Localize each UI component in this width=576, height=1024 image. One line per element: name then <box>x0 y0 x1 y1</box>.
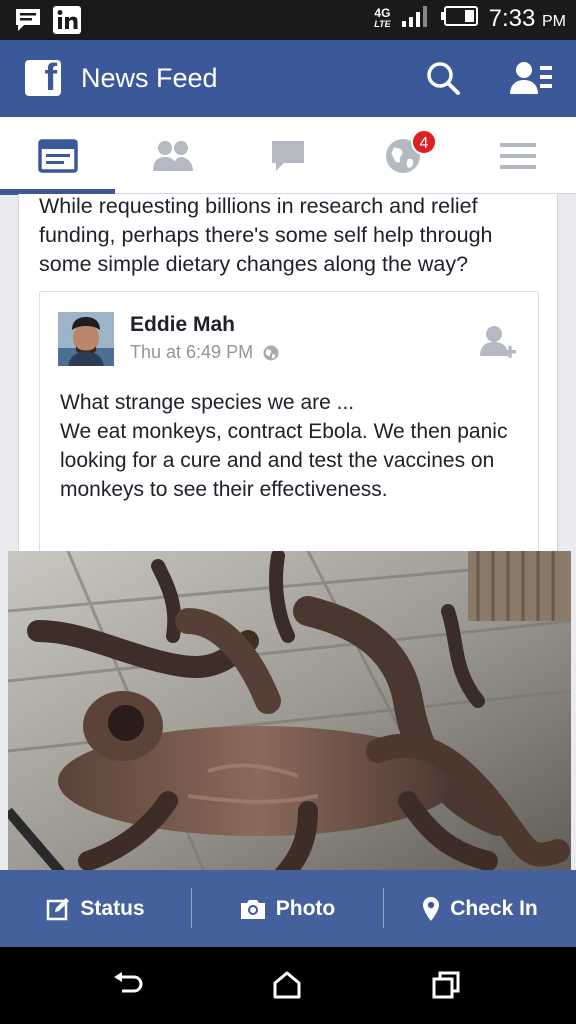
post-meta: Thu at 6:49 PM <box>130 342 279 363</box>
system-nav-bar <box>0 947 576 1024</box>
facebook-logo-icon: f <box>25 57 61 99</box>
post-card: While requesting billions in research an… <box>8 194 571 870</box>
app-bar: f News Feed <box>0 40 576 117</box>
network-type: 4G LTE <box>374 5 391 29</box>
friends-icon <box>152 140 193 171</box>
composer-bar: Status Photo Check In <box>0 870 576 947</box>
camera-icon <box>240 899 265 919</box>
edit-icon <box>47 897 70 920</box>
clock: 7:33 PM <box>488 4 566 32</box>
linkedin-icon <box>52 5 82 40</box>
signal-icon <box>401 4 431 33</box>
news-feed-icon <box>37 138 78 173</box>
notification-badge: 4 <box>411 129 437 155</box>
tab-more[interactable] <box>460 117 575 194</box>
tab-bar: 4 <box>0 117 576 195</box>
globe-icon <box>263 345 279 360</box>
tab-notifications[interactable]: 4 <box>345 117 460 194</box>
location-pin-icon <box>423 896 440 921</box>
author-name[interactable]: Eddie Mah <box>130 313 235 337</box>
recents-icon[interactable] <box>432 971 460 1004</box>
post-photo[interactable] <box>8 551 571 870</box>
news-feed[interactable]: While requesting billions in research an… <box>0 194 576 870</box>
post-timestamp[interactable]: Thu at 6:49 PM <box>130 342 253 363</box>
shared-post[interactable]: Eddie Mah Thu at 6:49 PM What strange sp… <box>39 291 539 561</box>
photo-button[interactable]: Photo <box>192 870 383 947</box>
search-icon[interactable] <box>425 60 461 101</box>
add-friend-icon[interactable] <box>480 324 518 369</box>
tab-news-feed[interactable] <box>0 117 115 195</box>
back-icon[interactable] <box>112 971 144 1004</box>
shared-post-text: What strange species we are ... We eat m… <box>60 391 508 501</box>
message-icon <box>14 7 42 38</box>
friend-requests-icon[interactable] <box>510 60 554 101</box>
check-in-button[interactable]: Check In <box>384 870 576 947</box>
battery-icon <box>440 5 479 32</box>
status-button[interactable]: Status <box>0 870 191 947</box>
home-icon[interactable] <box>272 971 302 1004</box>
tab-messages[interactable] <box>230 117 345 194</box>
page-title: News Feed <box>81 63 218 93</box>
menu-icon <box>499 142 536 169</box>
post-text: While requesting billions in research an… <box>39 194 493 276</box>
tab-friends[interactable] <box>115 117 230 194</box>
chat-bubble-icon <box>271 140 304 171</box>
status-bar: 4G LTE 7:33 PM <box>0 0 576 40</box>
avatar[interactable] <box>58 312 114 366</box>
